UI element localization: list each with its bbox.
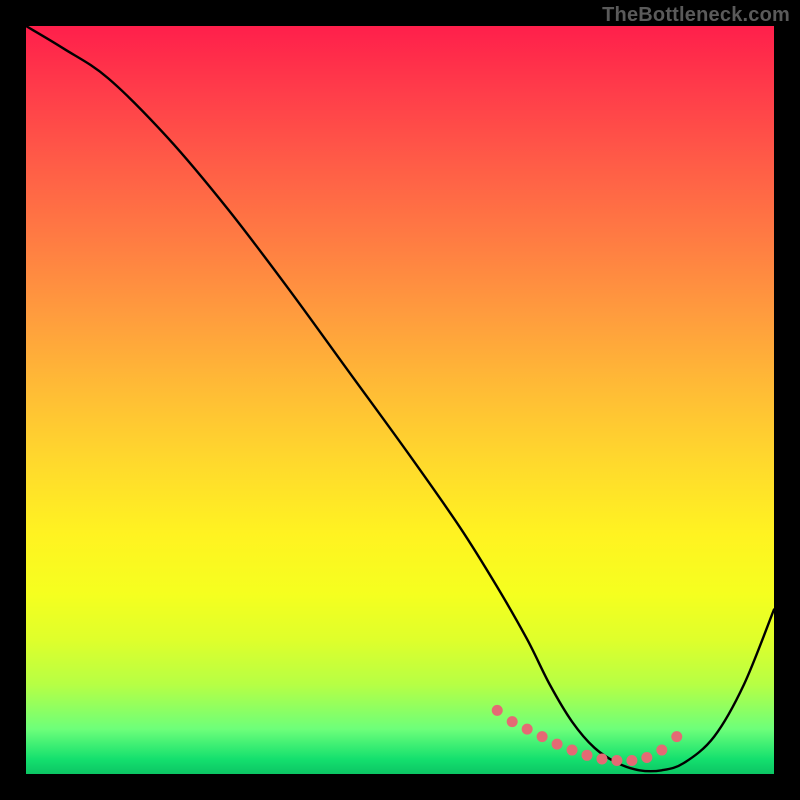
bottleneck-curve [26, 26, 774, 771]
marker-dot [596, 754, 607, 765]
marker-dot [492, 705, 503, 716]
marker-dot [626, 755, 637, 766]
marker-dot [641, 752, 652, 763]
marker-dot [582, 750, 593, 761]
marker-dot [537, 731, 548, 742]
plot-area [26, 26, 774, 774]
marker-dot [567, 745, 578, 756]
chart-svg [26, 26, 774, 774]
marker-dot [656, 745, 667, 756]
marker-dot [671, 731, 682, 742]
chart-frame: TheBottleneck.com [0, 0, 800, 800]
watermark-text: TheBottleneck.com [602, 4, 790, 27]
highlighted-region-markers [492, 705, 683, 766]
marker-dot [611, 755, 622, 766]
marker-dot [552, 739, 563, 750]
marker-dot [507, 716, 518, 727]
marker-dot [522, 724, 533, 735]
